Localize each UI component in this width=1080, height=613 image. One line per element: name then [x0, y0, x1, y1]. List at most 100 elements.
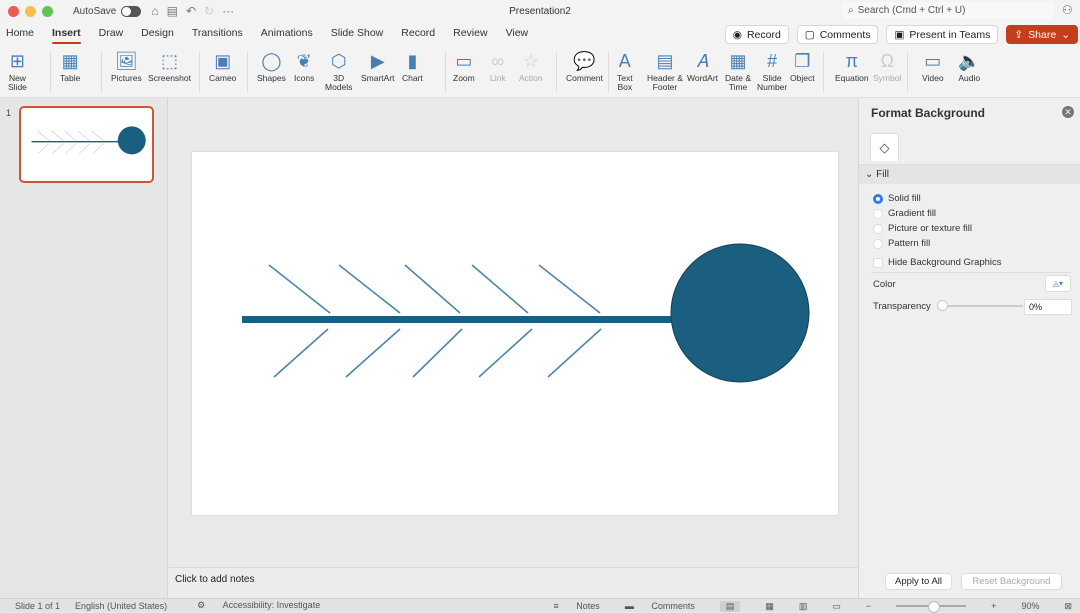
collaborators-icon[interactable]: ⚇ — [1062, 3, 1073, 17]
ribbon-label: Action — [519, 73, 543, 83]
tab-animations[interactable]: Animations — [261, 22, 313, 46]
equation-button[interactable]: π Equation — [835, 48, 869, 83]
minimize-window-button[interactable] — [25, 5, 36, 17]
tab-review[interactable]: Review — [453, 22, 487, 46]
audio-button[interactable]: 🔈 Audio — [958, 48, 980, 83]
accessibility-status[interactable]: ⚙ Accessibility: Investigate — [182, 600, 320, 611]
fishbone-bottom-bone — [345, 328, 401, 378]
action-icon: ☆ — [522, 50, 539, 71]
text-box-icon: A — [618, 50, 631, 71]
radio[interactable] — [873, 208, 883, 219]
link-button[interactable]: ∞ Link — [490, 48, 506, 83]
status-bar: Slide 1 of 1 English (United States) ⚙ A… — [0, 598, 1080, 613]
tab-view[interactable]: View — [506, 22, 529, 46]
tab-draw[interactable]: Draw — [99, 22, 124, 46]
tab-slide-show[interactable]: Slide Show — [331, 22, 384, 46]
tab-record[interactable]: Record — [401, 22, 435, 46]
zoom-button[interactable]: ▭ Zoom — [453, 48, 475, 83]
reading-view-button[interactable]: ▥ — [799, 601, 808, 612]
solid-fill-option[interactable]: Solid fill — [873, 193, 921, 204]
fill-tab[interactable]: ◇ — [870, 133, 899, 161]
object-button[interactable]: ❐ Object — [790, 48, 815, 83]
slide-number-button[interactable]: # Slide Number — [757, 48, 787, 92]
slide-thumbnail[interactable] — [19, 106, 154, 183]
comments-button[interactable]: ▢ Comments — [796, 25, 879, 44]
zoom-slider[interactable] — [896, 601, 967, 613]
text-box-button[interactable]: A Text Box — [617, 48, 633, 92]
slide-sorter-button[interactable]: ▦ — [765, 601, 774, 612]
screenshot-button[interactable]: ⬚ Screenshot — [148, 48, 191, 83]
radio[interactable] — [873, 223, 883, 234]
fit-to-window-icon[interactable]: ⊠ — [1064, 601, 1072, 612]
hide-bg-graphics-option[interactable]: Hide Background Graphics — [873, 257, 1002, 268]
action-button[interactable]: ☆ Action — [519, 48, 543, 83]
record-button[interactable]: ◉ Record — [724, 25, 789, 44]
checkbox[interactable] — [873, 257, 883, 268]
slide[interactable] — [192, 152, 838, 515]
table-button[interactable]: ▦ Table — [60, 48, 80, 83]
notes-toggle[interactable]: ≡ Notes — [554, 601, 600, 611]
chevron-down-icon: ⌄ — [865, 169, 877, 180]
close-icon[interactable]: ✕ — [1062, 106, 1074, 118]
notes-pane[interactable]: Click to add notes — [169, 567, 858, 598]
zoom-out-button[interactable]: − — [866, 601, 871, 611]
gradient-fill-option[interactable]: Gradient fill — [873, 208, 936, 219]
undo-icon[interactable]: ↶ — [186, 4, 196, 18]
3d-models-button[interactable]: ⬡ 3D Models — [325, 48, 352, 92]
cameo-button[interactable]: ▣ Cameo — [209, 48, 236, 83]
reset-background-button[interactable]: Reset Background — [961, 573, 1062, 590]
fill-section-header[interactable]: ⌄ Fill — [859, 164, 1080, 184]
autosave-toggle[interactable] — [121, 5, 142, 17]
date-time-button[interactable]: ▦ Date & Time — [725, 48, 751, 92]
radio-selected[interactable] — [873, 193, 883, 204]
ribbon-separator — [445, 52, 446, 92]
ribbon-label: Link — [490, 73, 506, 83]
slideshow-view-button[interactable]: ▭ — [832, 601, 841, 612]
zoom-in-button[interactable]: + — [991, 601, 996, 611]
video-button[interactable]: ▭ Video — [922, 48, 944, 83]
comments-label: Comments — [819, 28, 871, 41]
tab-home[interactable]: Home — [6, 22, 34, 46]
more-icon[interactable]: ··· — [222, 4, 234, 18]
table-icon: ▦ — [61, 50, 79, 71]
shapes-button[interactable]: ◯ Shapes — [257, 48, 286, 83]
zoom-icon: ▭ — [455, 50, 473, 71]
smartart-button[interactable]: ▶ SmartArt — [361, 48, 395, 83]
transparency-slider-handle[interactable] — [937, 300, 948, 311]
search-box[interactable]: ⌕ Search (Cmd + Ctrl + U) — [842, 2, 1054, 19]
picture-fill-option[interactable]: Picture or texture fill — [873, 223, 972, 234]
share-button[interactable]: ⇪ Share ⌄ — [1006, 25, 1078, 44]
radio[interactable] — [873, 238, 883, 249]
wordart-button[interactable]: 𝐴 WordArt — [687, 48, 718, 83]
transparency-input[interactable]: 0% — [1024, 299, 1072, 315]
smartart-icon: ▶ — [370, 50, 385, 71]
home-icon[interactable]: ⌂ — [151, 4, 158, 18]
comments-toggle[interactable]: ▬ Comments — [625, 601, 695, 611]
tab-design[interactable]: Design — [141, 22, 174, 46]
share-icon: ⇪ — [1014, 28, 1024, 41]
new-slide-button[interactable]: ⊞ New Slide — [8, 48, 27, 92]
language[interactable]: English (United States) — [75, 601, 167, 611]
maximize-window-button[interactable] — [42, 5, 53, 17]
pictures-button[interactable]: 🖼 Pictures — [111, 48, 142, 83]
symbol-button[interactable]: Ω Symbol — [873, 48, 901, 83]
normal-view-button[interactable]: ▤ — [719, 600, 741, 612]
close-window-button[interactable] — [8, 5, 19, 17]
fishbone-spine — [242, 316, 682, 323]
transparency-slider-track[interactable] — [939, 305, 1023, 307]
redo-icon[interactable]: ↻ — [204, 4, 214, 18]
color-picker-button[interactable]: ◬▾ — [1045, 275, 1071, 292]
fishbone-top-bone — [268, 264, 331, 314]
save-icon[interactable]: ▤ — [167, 4, 178, 18]
comment-button[interactable]: 💬 Comment — [566, 48, 603, 83]
present-in-teams-button[interactable]: ▣ Present in Teams — [886, 25, 999, 44]
tab-insert[interactable]: Insert — [52, 22, 81, 46]
wordart-icon: 𝐴 — [696, 50, 709, 71]
header-footer-button[interactable]: ▤ Header & Footer — [647, 48, 683, 92]
chart-button[interactable]: ▮ Chart — [402, 48, 423, 83]
apply-to-all-button[interactable]: Apply to All — [885, 573, 952, 590]
pattern-fill-option[interactable]: Pattern fill — [873, 238, 930, 249]
icons-button[interactable]: ❦ Icons — [294, 48, 314, 83]
tab-transitions[interactable]: Transitions — [192, 22, 243, 46]
zoom-level[interactable]: 90% — [1021, 601, 1039, 611]
